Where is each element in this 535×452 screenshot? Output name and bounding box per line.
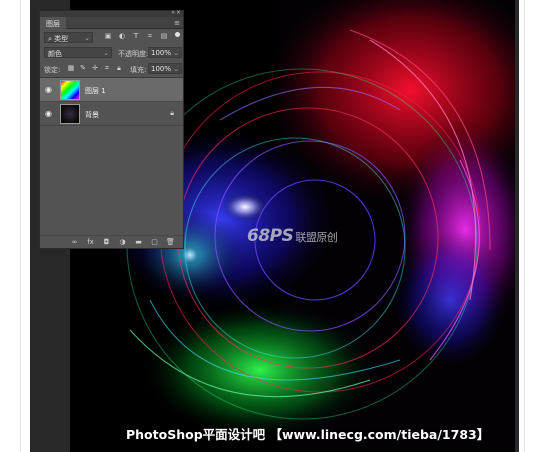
- opacity-value: 100%: [151, 49, 172, 57]
- panel-menu-icon[interactable]: ≡: [174, 19, 180, 27]
- layer-thumbnail: [60, 80, 80, 100]
- smart-object-filter-icon[interactable]: ▤: [159, 32, 169, 41]
- lock-transparent-icon[interactable]: ▦: [67, 64, 75, 73]
- filter-row: ⌕ 类型 ⌄ ▣ ◐ T ⌗ ▤: [40, 29, 183, 45]
- opacity-label: 不透明度:: [118, 50, 149, 58]
- pixel-filter-icon[interactable]: ▣: [103, 32, 113, 41]
- layer-filter-select[interactable]: ⌕ 类型 ⌄: [44, 32, 93, 43]
- collapse-icon[interactable]: »: [171, 9, 175, 16]
- chevron-down-icon: ⌄: [173, 65, 179, 73]
- blend-mode-value: 颜色: [48, 50, 62, 58]
- new-layer-icon[interactable]: ▢: [150, 238, 159, 248]
- tab-layers[interactable]: 图层: [40, 17, 66, 29]
- caption-text: PhotoShop平面设计吧 【www.linecg.com/tieba/178…: [126, 427, 490, 442]
- adjustment-filter-icon[interactable]: ◐: [117, 32, 127, 41]
- filter-icons: ▣ ◐ T ⌗ ▤: [103, 32, 169, 41]
- layer-row-1[interactable]: ◉ 图层 1: [40, 78, 183, 102]
- shape-filter-icon[interactable]: ⌗: [145, 32, 155, 41]
- fill-value: 100%: [151, 65, 172, 73]
- lock-label: 锁定:: [44, 66, 61, 74]
- layers-panel: » × 图层 ≡ ⌕ 类型 ⌄ ▣ ◐ T ⌗ ▤ 颜色 ⌄ 不透明度: 100…: [39, 9, 184, 249]
- opacity-input[interactable]: 100% ⌄: [148, 47, 182, 58]
- visibility-eye-icon[interactable]: ◉: [45, 109, 52, 118]
- delete-layer-icon[interactable]: 🗑︎: [166, 238, 175, 248]
- panel-tabbar: 图层 ≡: [40, 17, 183, 29]
- lock-icons: ▦ ✎ ✛ ⌗ 🔒︎: [67, 64, 123, 73]
- chevron-down-icon: ⌄: [84, 34, 90, 42]
- layer-name: 背景: [85, 111, 99, 119]
- add-mask-icon[interactable]: ◘: [102, 238, 111, 248]
- chevron-down-icon: ⌄: [103, 49, 109, 57]
- layer-row-background[interactable]: ◉ 背景 🔒︎: [40, 102, 183, 126]
- fill-input[interactable]: 100% ⌄: [148, 63, 182, 74]
- blend-mode-select[interactable]: 颜色 ⌄: [44, 47, 112, 58]
- new-group-icon[interactable]: ▬: [134, 238, 143, 248]
- chevron-down-icon: ⌄: [173, 49, 179, 57]
- adjustment-layer-icon[interactable]: ◑: [118, 238, 127, 248]
- watermark-text: 联盟原创: [295, 231, 338, 244]
- lock-all-icon[interactable]: 🔒︎: [115, 64, 123, 73]
- type-filter-icon[interactable]: T: [131, 32, 141, 41]
- lock-row: 锁定: ▦ ✎ ✛ ⌗ 🔒︎ 填充: 100% ⌄: [40, 61, 183, 77]
- filter-toggle-icon[interactable]: [175, 32, 180, 37]
- watermark-logo-text: 68PS: [247, 226, 294, 246]
- lock-brush-icon[interactable]: ✎: [79, 64, 87, 73]
- layer-thumbnail: [60, 104, 80, 124]
- lock-icon: 🔒︎: [170, 109, 174, 117]
- lock-move-icon[interactable]: ✛: [91, 64, 99, 73]
- lock-artboard-icon[interactable]: ⌗: [103, 64, 111, 73]
- watermark-logo: 68PS 联盟原创: [247, 226, 338, 246]
- filter-label: 类型: [54, 35, 69, 43]
- blend-row: 颜色 ⌄ 不透明度: 100% ⌄: [40, 45, 183, 61]
- panel-footer: ∞ fx ◘ ◑ ▬ ▢ 🗑︎: [40, 235, 183, 248]
- layer-name: 图层 1: [85, 87, 106, 95]
- fill-label: 填充:: [130, 66, 147, 74]
- visibility-eye-icon[interactable]: ◉: [45, 85, 52, 94]
- close-icon[interactable]: ×: [176, 9, 181, 16]
- layer-style-icon[interactable]: fx: [86, 238, 95, 248]
- link-layers-icon[interactable]: ∞: [70, 238, 79, 248]
